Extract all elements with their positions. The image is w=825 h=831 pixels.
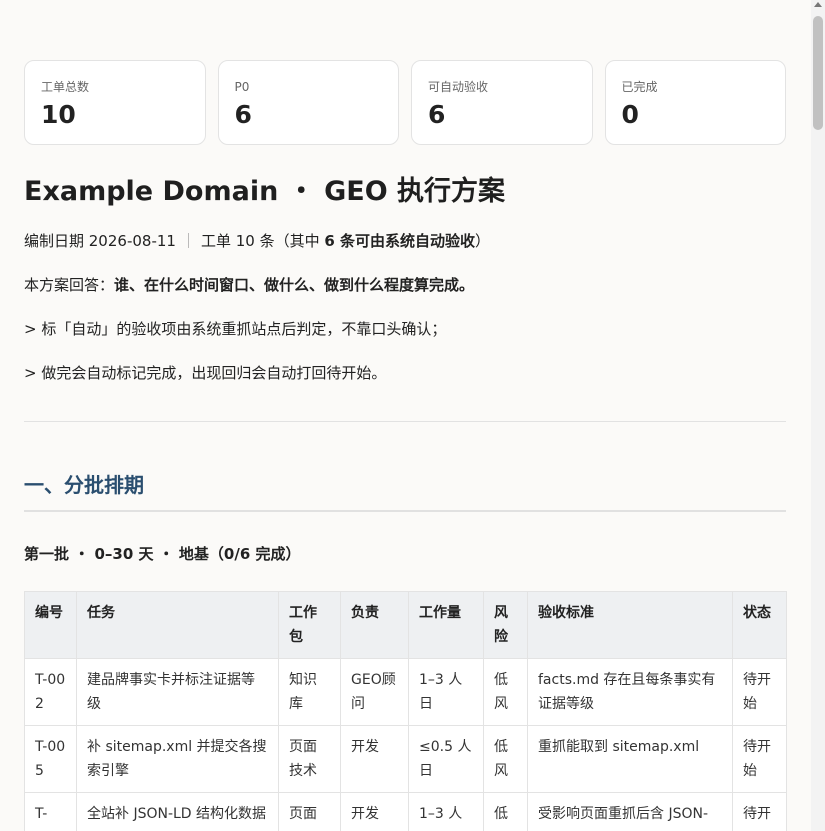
task-table: 编号 任务 工作包 负责 工作量 风险 验收标准 状态 T-002 建品牌事实卡… xyxy=(24,591,787,831)
table-cell: 待开始 xyxy=(732,725,787,793)
table-cell: T- xyxy=(24,792,77,831)
note-line: > 做完会自动标记完成，出现回归会自动打回待开始。 xyxy=(24,364,387,382)
table-cell: 知识库 xyxy=(278,658,341,726)
batch-heading: 第一批 ・ 0–30 天 ・ 地基（0/6 完成） xyxy=(24,545,301,563)
table-cell: 补 sitemap.xml 并提交各搜索引擎 xyxy=(76,725,279,793)
page-title: Example Domain ・ GEO 执行方案 xyxy=(24,176,506,207)
stat-value: 6 xyxy=(428,100,446,129)
stat-value: 6 xyxy=(234,100,252,129)
table-cell: GEO顾问 xyxy=(340,658,409,726)
column-header: 工作包 xyxy=(278,591,341,659)
table-cell: 重抓能取到 sitemap.xml xyxy=(527,725,733,793)
divider xyxy=(24,421,786,422)
meta-count-suffix: ） xyxy=(475,232,491,250)
meta-count-prefix: 工单 10 条（其中 xyxy=(200,232,325,250)
table-cell: T-005 xyxy=(24,725,77,793)
meta-count-bold: 6 条可由系统自动验收 xyxy=(324,232,476,250)
intro-prefix: 本方案回答： xyxy=(24,276,115,294)
table-cell: 开发 xyxy=(340,725,409,793)
table-header-row: 编号 任务 工作包 负责 工作量 风险 验收标准 状态 xyxy=(24,591,787,659)
stat-label: 可自动验收 xyxy=(428,80,489,94)
vertical-scrollbar[interactable] xyxy=(811,0,825,831)
document-page: 工单总数 10 P0 6 可自动验收 6 已完成 0 Example Domai… xyxy=(24,60,787,831)
stat-card-auto: 可自动验收 6 xyxy=(411,60,593,145)
table-cell: ≤0.5 人日 xyxy=(408,725,484,793)
stat-label: P0 xyxy=(234,80,250,94)
table-cell: 1–3 人日 xyxy=(408,658,484,726)
stat-card-done: 已完成 0 xyxy=(604,60,786,145)
stat-label: 工单总数 xyxy=(41,80,90,94)
note-line: > 标「自动」的验收项由系统重抓站点后判定，不靠口头确认； xyxy=(24,320,447,338)
table-cell: 全站补 JSON-LD 结构化数据 xyxy=(76,792,279,831)
meta-separator: ｜ xyxy=(180,232,196,250)
table-cell: 页面技术 xyxy=(278,725,341,793)
table-cell: 受影响页面重抓后含 JSON- xyxy=(527,792,733,831)
stat-card-total: 工单总数 10 xyxy=(24,60,206,145)
table-row: T- 全站补 JSON-LD 结构化数据 页面 开发 1–3 人 低 受影响页面… xyxy=(24,792,787,831)
column-header: 任务 xyxy=(76,591,279,659)
column-header: 状态 xyxy=(732,591,787,659)
meta-line: 编制日期 2026-08-11 ｜工单 10 条（其中 6 条可由系统自动验收） xyxy=(24,229,786,253)
table-cell: 低风 xyxy=(483,658,528,726)
section-heading: 一、分批排期 xyxy=(24,472,786,512)
column-header: 工作量 xyxy=(408,591,484,659)
scroll-up-arrow-icon[interactable] xyxy=(814,2,822,7)
table-cell: 待开 xyxy=(732,792,787,831)
column-header: 风险 xyxy=(483,591,528,659)
table-cell: facts.md 存在且每条事实有证据等级 xyxy=(527,658,733,726)
table-row: T-005 补 sitemap.xml 并提交各搜索引擎 页面技术 开发 ≤0.… xyxy=(24,725,787,793)
table-cell: 开发 xyxy=(340,792,409,831)
table-cell: 页面 xyxy=(278,792,341,831)
table-cell: 1–3 人 xyxy=(408,792,484,831)
table-row: T-002 建品牌事实卡并标注证据等级 知识库 GEO顾问 1–3 人日 低风 … xyxy=(24,658,787,726)
table-cell: 低 xyxy=(483,792,528,831)
table-cell: 低风 xyxy=(483,725,528,793)
table-cell: 建品牌事实卡并标注证据等级 xyxy=(76,658,279,726)
table-cell: 待开始 xyxy=(732,658,787,726)
table-cell: T-002 xyxy=(24,658,77,726)
stat-card-p0: P0 6 xyxy=(217,60,399,145)
stats-row: 工单总数 10 P0 6 可自动验收 6 已完成 0 xyxy=(24,60,786,145)
scrollbar-thumb[interactable] xyxy=(813,16,823,130)
stat-value: 0 xyxy=(621,100,639,129)
column-header: 负责 xyxy=(340,591,409,659)
meta-date: 编制日期 2026-08-11 xyxy=(24,232,176,250)
column-header: 编号 xyxy=(24,591,77,659)
stat-value: 10 xyxy=(41,100,76,129)
column-header: 验收标准 xyxy=(527,591,733,659)
intro-line: 本方案回答：谁、在什么时间窗口、做什么、做到什么程度算完成。 xyxy=(24,273,786,297)
stat-label: 已完成 xyxy=(621,80,658,94)
intro-bold: 谁、在什么时间窗口、做什么、做到什么程度算完成。 xyxy=(114,276,475,294)
